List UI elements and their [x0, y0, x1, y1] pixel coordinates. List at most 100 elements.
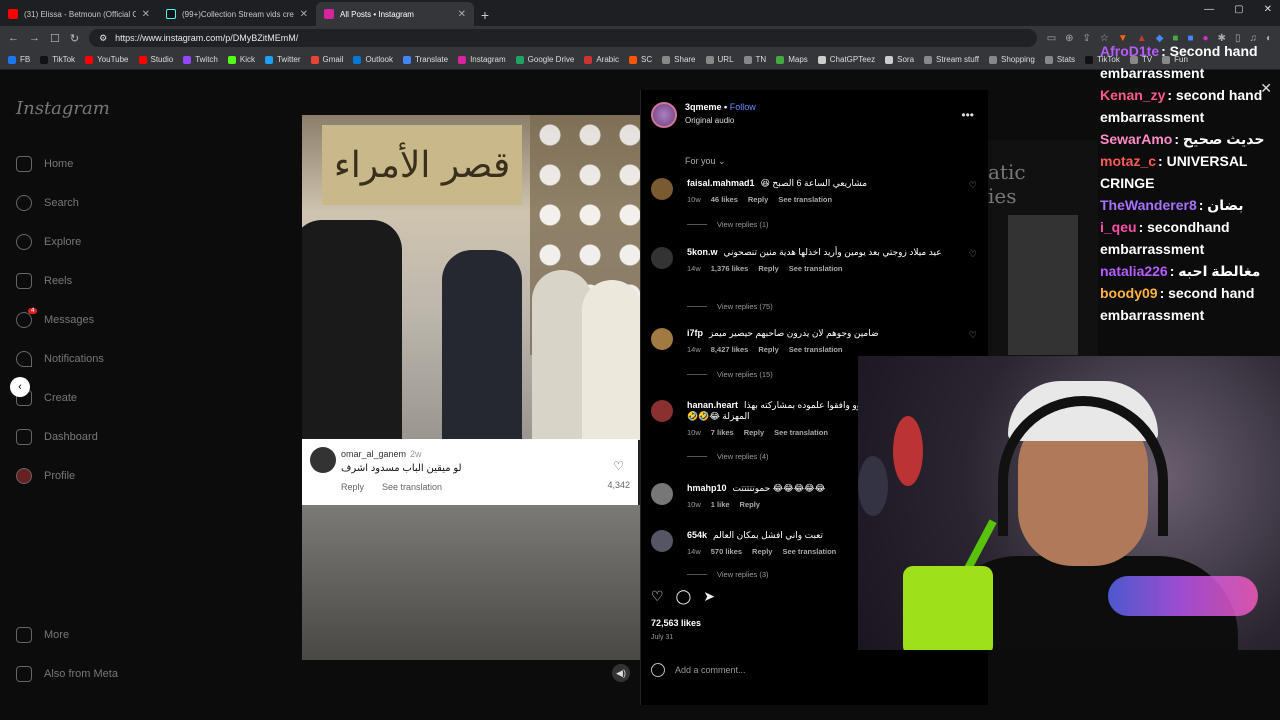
- avatar[interactable]: [651, 483, 673, 505]
- reload-icon[interactable]: ↻: [70, 32, 79, 45]
- likes-count[interactable]: 72,563 likes: [651, 618, 701, 628]
- sidebar-item-profile[interactable]: Profile: [16, 468, 75, 484]
- browser-tab-instagram[interactable]: All Posts • Instagram ✕: [316, 2, 474, 26]
- sidebar-item-reels[interactable]: Reels: [16, 273, 72, 289]
- instagram-logo[interactable]: Instagram: [16, 98, 110, 119]
- comment-likes[interactable]: 1,376 likes: [711, 264, 749, 273]
- maximize-icon[interactable]: ▢: [1234, 4, 1243, 15]
- sidebar-item-notifications[interactable]: Notifications: [16, 351, 104, 367]
- cast-icon[interactable]: ▭: [1047, 33, 1056, 44]
- comment-username[interactable]: faisal.mahmad1: [687, 178, 755, 188]
- back-icon[interactable]: ←: [8, 32, 19, 44]
- more-options-icon[interactable]: •••: [961, 108, 974, 122]
- comment-likes[interactable]: 46 likes: [711, 195, 738, 204]
- reply-link[interactable]: Reply: [744, 428, 764, 437]
- browser-tab-elissa[interactable]: (31) Elissa - Betmoun (Official Clip) /✕: [0, 2, 158, 26]
- view-replies-button[interactable]: View replies (1): [687, 220, 769, 229]
- comment-username[interactable]: 5kon.w: [687, 247, 718, 257]
- bookmark-item[interactable]: SC: [629, 55, 652, 64]
- bookmark-item[interactable]: YouTube: [85, 55, 129, 64]
- sidebar-item-explore[interactable]: Explore: [16, 234, 81, 250]
- follow-button[interactable]: Follow: [730, 102, 756, 112]
- chat-username[interactable]: SewarAmo: [1100, 131, 1172, 147]
- comment-username[interactable]: hanan.heart: [687, 400, 738, 410]
- comment-likes[interactable]: 7 likes: [711, 428, 734, 437]
- comment-likes[interactable]: 8,427 likes: [711, 345, 749, 354]
- avatar[interactable]: [651, 530, 673, 552]
- reply-link[interactable]: Reply: [752, 547, 772, 556]
- reply-link[interactable]: Reply: [740, 500, 760, 509]
- bookmark-item[interactable]: Instagram: [458, 55, 506, 64]
- view-replies-button[interactable]: View replies (4): [687, 452, 769, 461]
- comment-icon[interactable]: ◯: [676, 588, 692, 605]
- audio-label[interactable]: Original audio: [685, 116, 756, 125]
- sidebar-item-messages[interactable]: 4 Messages: [16, 308, 94, 328]
- previous-post-button[interactable]: ‹: [10, 377, 30, 397]
- view-replies-button[interactable]: View replies (15): [687, 370, 773, 379]
- see-translation-link[interactable]: See translation: [778, 195, 832, 204]
- view-replies-button[interactable]: View replies (75): [687, 302, 773, 311]
- chat-username[interactable]: AfroD1te: [1100, 43, 1159, 59]
- heart-icon[interactable]: ♡: [969, 249, 977, 260]
- close-tab-icon[interactable]: ✕: [458, 9, 466, 20]
- bookmark-item[interactable]: Shopping: [989, 55, 1035, 64]
- comment-username[interactable]: hmahp10: [687, 483, 727, 493]
- bookmark-item[interactable]: Stream stuff: [924, 55, 979, 64]
- see-translation-link[interactable]: See translation: [782, 547, 836, 556]
- bookmark-item[interactable]: Arabic: [584, 55, 619, 64]
- heart-icon[interactable]: ♡: [969, 330, 977, 341]
- comment-username[interactable]: 654k: [687, 530, 707, 540]
- comment-likes[interactable]: 1 like: [711, 500, 730, 509]
- chat-username[interactable]: natalia226: [1100, 263, 1168, 279]
- heart-icon[interactable]: ♡: [969, 180, 977, 191]
- bookmark-item[interactable]: Studio: [138, 55, 173, 64]
- add-comment-input[interactable]: Add a comment...: [675, 665, 746, 675]
- post-video[interactable]: قصر الأمراء: [302, 115, 640, 660]
- chat-username[interactable]: i_qeu: [1100, 219, 1137, 235]
- chat-username[interactable]: motaz_c: [1100, 153, 1156, 169]
- view-replies-button[interactable]: View replies (3): [687, 570, 769, 579]
- url-field[interactable]: ⚙ https://www.instagram.com/p/DMyBZitMEm…: [89, 29, 1037, 47]
- bookmark-item[interactable]: Twitch: [183, 55, 218, 64]
- bookmark-item[interactable]: Outlook: [353, 55, 393, 64]
- bookmark-item[interactable]: URL: [705, 55, 734, 64]
- avatar[interactable]: [651, 400, 673, 422]
- close-tab-icon[interactable]: ✕: [142, 9, 150, 20]
- site-info-icon[interactable]: ⚙: [99, 33, 107, 44]
- bookmark-item[interactable]: Gmail: [310, 55, 343, 64]
- bookmark-item[interactable]: ChatGPTeez: [817, 55, 875, 64]
- share-icon[interactable]: ⇪: [1083, 33, 1091, 44]
- sidebar-item-home[interactable]: Home: [16, 156, 73, 172]
- see-translation-link[interactable]: See translation: [789, 345, 843, 354]
- heart-icon[interactable]: ♡: [613, 459, 624, 473]
- see-translation-link[interactable]: See translation: [789, 264, 843, 273]
- forward-icon[interactable]: →: [29, 32, 40, 44]
- bookmark-item[interactable]: TN: [743, 55, 766, 64]
- zoom-icon[interactable]: ⊕: [1065, 33, 1073, 44]
- chat-username[interactable]: TheWanderer8: [1100, 197, 1197, 213]
- avatar[interactable]: [651, 102, 677, 128]
- post-username[interactable]: 3qmeme: [685, 102, 722, 112]
- close-tab-icon[interactable]: ✕: [300, 9, 308, 20]
- comment-sort-dropdown[interactable]: For you ⌄: [685, 156, 726, 167]
- bookmark-item[interactable]: Translate: [403, 55, 448, 64]
- see-translation-link[interactable]: See translation: [774, 428, 828, 437]
- share-icon[interactable]: ➤: [703, 588, 715, 605]
- bookmark-item[interactable]: Twitter: [264, 55, 301, 64]
- avatar[interactable]: [651, 328, 673, 350]
- bookmark-item[interactable]: Sora: [885, 55, 914, 64]
- bookmark-item[interactable]: Kick: [227, 55, 255, 64]
- close-window-icon[interactable]: ✕: [1264, 4, 1272, 15]
- reply-link[interactable]: Reply: [758, 345, 778, 354]
- browser-tab-tiktok[interactable]: (99+)Collection Stream vids created✕: [158, 2, 316, 26]
- new-tab-button[interactable]: +: [474, 4, 496, 26]
- sidebar-item-meta[interactable]: Also from Meta: [16, 666, 118, 682]
- bookmark-icon[interactable]: ☐: [50, 32, 60, 45]
- sidebar-item-dashboard[interactable]: Dashboard: [16, 429, 98, 445]
- sidebar-item-more[interactable]: More: [16, 627, 69, 643]
- reply-link[interactable]: Reply: [748, 195, 768, 204]
- reply-link[interactable]: Reply: [758, 264, 778, 273]
- bookmark-item[interactable]: Share: [662, 55, 696, 64]
- bookmark-item[interactable]: TikTok: [40, 55, 75, 64]
- emoji-icon[interactable]: [651, 663, 665, 677]
